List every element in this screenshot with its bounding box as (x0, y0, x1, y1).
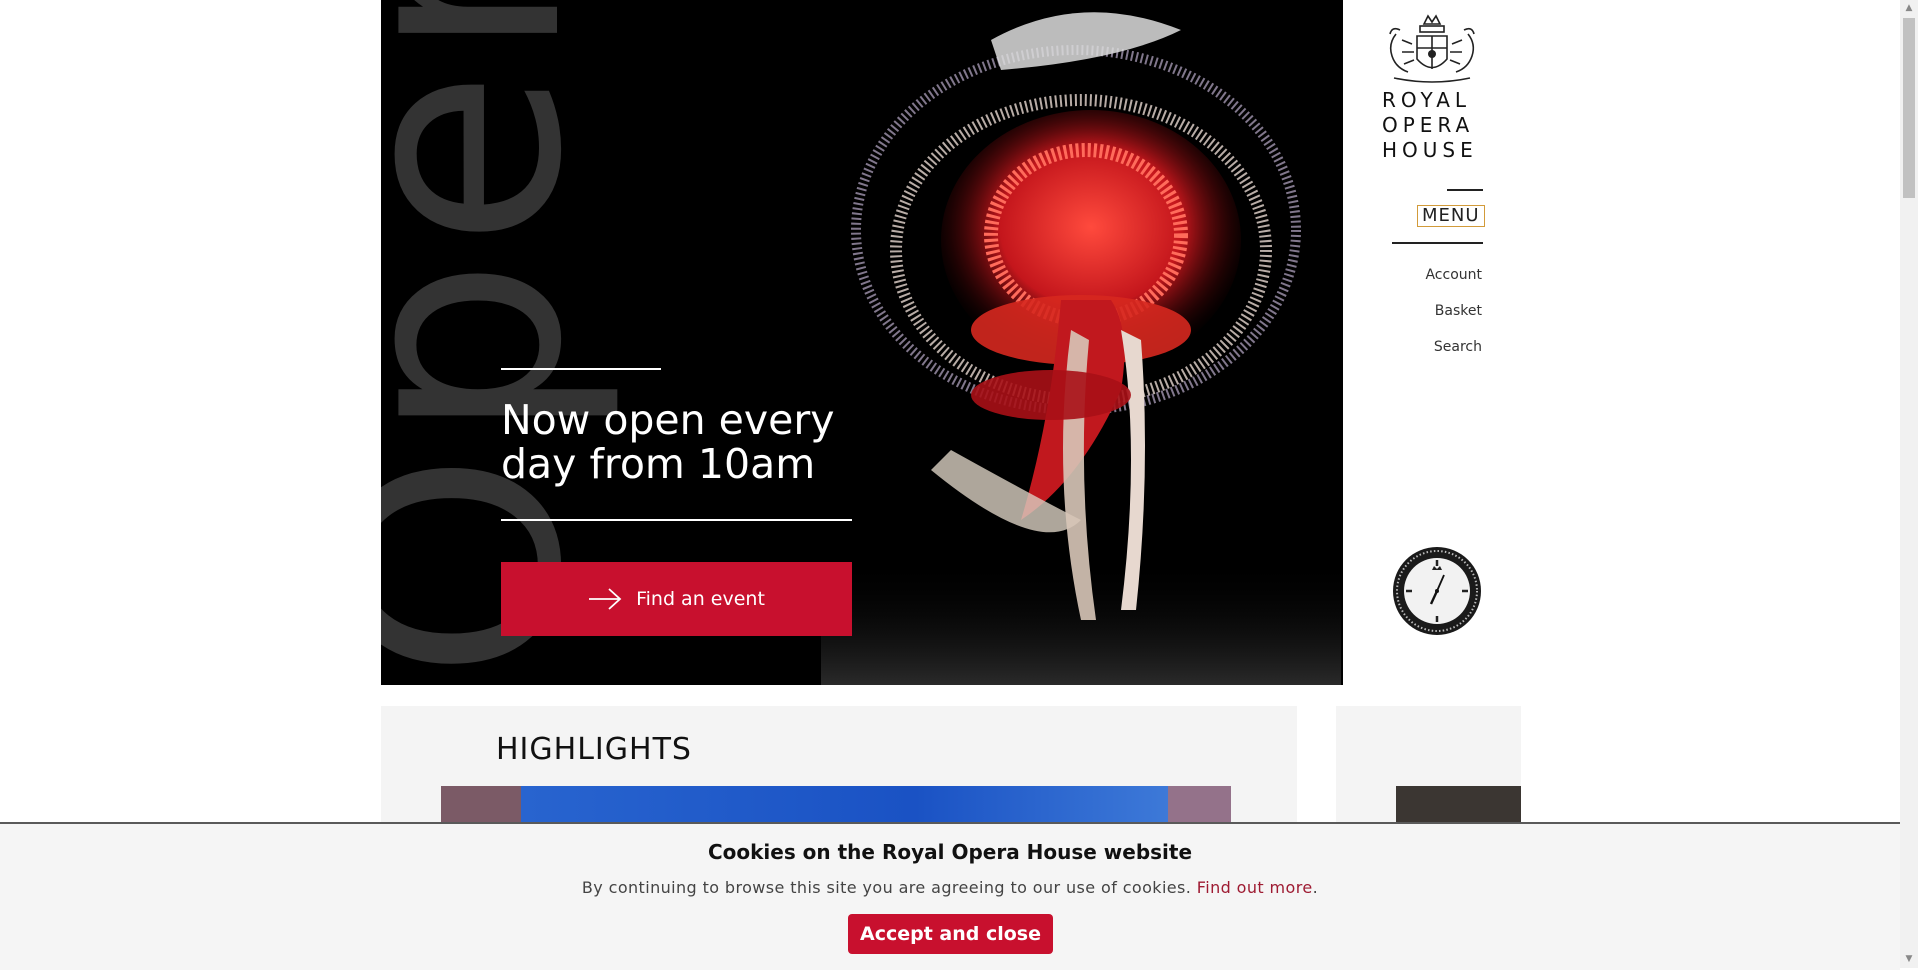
hero-divider-top (501, 368, 661, 370)
hero-divider-bottom (501, 519, 852, 521)
highlights-title: HIGHLIGHTS (496, 732, 692, 767)
hero-heading: Now open every day from 10am (501, 396, 835, 488)
cookie-banner-message: By continuing to browse this site you ar… (581, 878, 1192, 897)
basket-link[interactable]: Basket (1425, 300, 1482, 336)
find-an-event-button[interactable]: Find an event (501, 562, 852, 636)
cookie-banner-title: Cookies on the Royal Opera House website (707, 840, 1193, 864)
find-an-event-label: Find an event (636, 588, 765, 610)
cookie-banner: Cookies on the Royal Opera House website… (0, 822, 1900, 970)
logo-line-opera: OPERA (1382, 113, 1475, 137)
logo-line-house: HOUSE (1382, 138, 1478, 162)
scrollbar-thumb[interactable] (1903, 18, 1915, 198)
vertical-scrollbar[interactable]: ▲ ▼ (1900, 0, 1918, 968)
accept-and-close-button[interactable]: Accept and close (848, 914, 1053, 954)
find-out-more-link[interactable]: Find out more (1197, 878, 1313, 897)
logo-wordmark: ROYAL OPERA HOUSE (1378, 88, 1486, 163)
account-link[interactable]: Account (1425, 264, 1482, 300)
royal-crest-icon (1389, 14, 1475, 83)
dancer-image (821, 12, 1341, 685)
page: Ope n (0, 0, 1900, 970)
utility-nav: Account Basket Search (1425, 264, 1482, 372)
rolex-clock-icon[interactable] (1392, 546, 1482, 636)
menu-button[interactable]: MENU (1417, 205, 1485, 227)
royal-opera-house-logo[interactable]: ROYAL OPERA HOUSE (1378, 14, 1486, 163)
menu-divider-bottom (1392, 242, 1483, 244)
arrow-right-icon (589, 588, 622, 610)
scroll-down-arrow-icon[interactable]: ▼ (1900, 951, 1918, 968)
cookie-banner-period: . (1312, 878, 1319, 897)
cookie-banner-text: By continuing to browse this site you ar… (0, 878, 1900, 897)
logo-line-royal: ROYAL (1382, 88, 1472, 112)
hero-banner: Ope n (381, 0, 1343, 685)
menu-divider-top (1447, 189, 1483, 191)
search-link[interactable]: Search (1425, 336, 1482, 372)
scroll-up-arrow-icon[interactable]: ▲ (1900, 0, 1918, 17)
